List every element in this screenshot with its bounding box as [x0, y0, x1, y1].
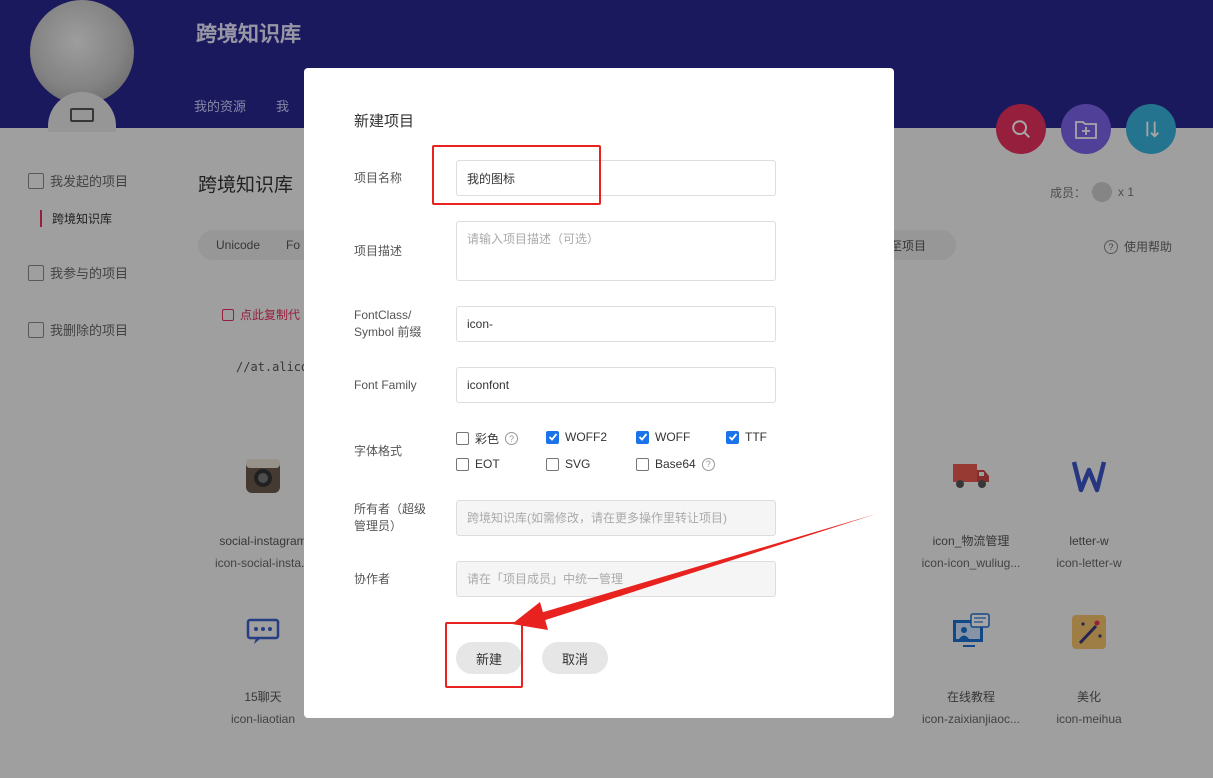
annotation-arrow: [512, 514, 876, 630]
